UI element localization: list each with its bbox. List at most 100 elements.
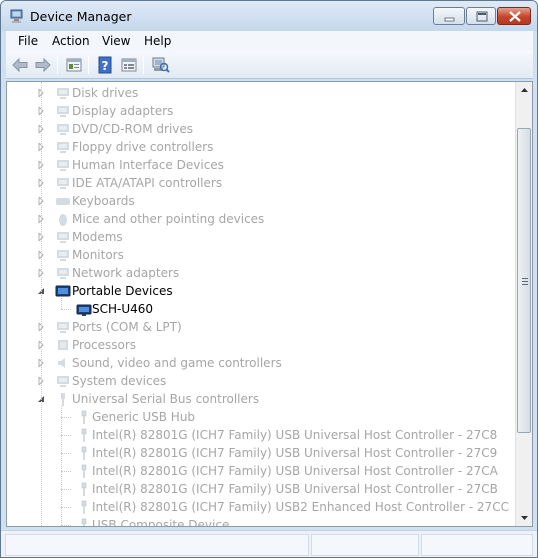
svg-text:?: ? xyxy=(102,59,109,73)
tree-child-item[interactable]: Generic USB Hub xyxy=(7,408,515,426)
back-button[interactable] xyxy=(10,55,30,75)
tree-item-label: Monitors xyxy=(72,248,124,262)
back-arrow-icon xyxy=(12,57,28,73)
maximize-icon xyxy=(476,11,488,22)
mouse-icon xyxy=(59,214,67,226)
tree-child-item[interactable]: Intel(R) 82801G (ICH7 Family) USB Univer… xyxy=(7,462,515,480)
tree-connector-line xyxy=(61,525,71,526)
toolbar: ? xyxy=(6,51,533,79)
tree-category-item[interactable]: Network adapters xyxy=(7,264,515,282)
tree-category-item[interactable]: Floppy drive controllers xyxy=(7,138,515,156)
tree-category-item[interactable]: Ports (COM & LPT) xyxy=(7,318,515,336)
device-tree[interactable]: Disk drives Display adapters DVD/CD-ROM dr… xyxy=(6,81,533,527)
status-bar xyxy=(1,530,537,557)
title-bar[interactable]: Device Manager xyxy=(1,1,537,31)
tree-connector-line xyxy=(61,471,71,472)
tree-item-label: Intel(R) 82801G (ICH7 Family) USB Univer… xyxy=(92,464,498,478)
tree-category-item[interactable]: System devices xyxy=(7,372,515,390)
usb-icon xyxy=(61,393,65,406)
disk-drive-icon xyxy=(57,88,69,99)
menu-view[interactable]: View xyxy=(102,34,130,48)
ide-controller-icon xyxy=(57,178,69,189)
status-pane-tertiary xyxy=(421,534,533,556)
tree-item-label: Intel(R) 82801G (ICH7 Family) USB Univer… xyxy=(92,428,498,442)
scrollbar-thumb[interactable] xyxy=(517,128,531,433)
tree-category-item[interactable]: Universal Serial Bus controllers xyxy=(7,390,515,408)
tree-item-label: Processors xyxy=(72,338,137,352)
tree-connector-line xyxy=(61,298,62,309)
properties-button[interactable] xyxy=(119,55,139,75)
scan-hardware-icon xyxy=(152,57,170,73)
keyboard-icon xyxy=(56,198,70,205)
tree-item-label: Mice and other pointing devices xyxy=(72,212,265,226)
tree-child-item[interactable]: SCH-U460 xyxy=(7,300,515,318)
tree-category-item[interactable]: Mice and other pointing devices xyxy=(7,210,515,228)
tree-category-item[interactable]: Modems xyxy=(7,228,515,246)
tree-category-item[interactable]: Disk drives xyxy=(7,84,515,102)
forward-button[interactable] xyxy=(33,55,53,75)
maximize-button[interactable] xyxy=(466,7,496,25)
toolbar-separator xyxy=(143,56,144,74)
scroll-up-arrow-icon xyxy=(521,88,528,92)
tree-connector-line xyxy=(61,417,71,418)
tree-item-label: USB Composite Device xyxy=(92,518,230,527)
tree-child-item[interactable]: Intel(R) 82801G (ICH7 Family) USB Univer… xyxy=(7,444,515,462)
usb-plug-icon xyxy=(81,428,87,442)
tree-item-label: System devices xyxy=(72,374,167,388)
console-tree-icon xyxy=(66,58,82,72)
tree-connector-line xyxy=(61,406,62,525)
tree-category-item[interactable]: DVD/CD-ROM drives xyxy=(7,120,515,138)
vertical-scrollbar[interactable] xyxy=(515,82,532,526)
tree-connector-line xyxy=(61,435,71,436)
status-pane-main xyxy=(5,534,309,556)
tree-item-label: SCH-U460 xyxy=(92,302,154,316)
tree-item-label: Display adapters xyxy=(72,104,174,118)
tree-item-label: Network adapters xyxy=(72,266,180,280)
tree-category-item[interactable]: Monitors xyxy=(7,246,515,264)
help-button[interactable]: ? xyxy=(95,55,115,75)
usb-plug-icon xyxy=(81,446,87,460)
modem-icon xyxy=(57,232,69,243)
window-title: Device Manager xyxy=(30,9,132,24)
tree-category-item[interactable]: Sound, video and game controllers xyxy=(7,354,515,372)
monitor-icon xyxy=(57,250,69,261)
tree-item-label: Ports (COM & LPT) xyxy=(72,320,182,334)
scroll-down-button[interactable] xyxy=(516,509,532,526)
scan-hardware-changes-button[interactable] xyxy=(150,55,170,75)
menu-action[interactable]: Action xyxy=(52,34,90,48)
tree-child-item[interactable]: Intel(R) 82801G (ICH7 Family) USB Univer… xyxy=(7,426,515,444)
properties-icon xyxy=(121,58,137,72)
status-pane-secondary xyxy=(311,534,419,556)
tree-connector-line xyxy=(61,309,71,310)
tree-category-item[interactable]: Human Interface Devices xyxy=(7,156,515,174)
device-manager-icon xyxy=(10,9,23,23)
menu-file[interactable]: File xyxy=(18,34,38,48)
tree-category-item[interactable]: Keyboards xyxy=(7,192,515,210)
tree-connector-line xyxy=(61,507,71,508)
tree-category-item[interactable]: IDE ATA/ATAPI controllers xyxy=(7,174,515,192)
port-icon xyxy=(57,322,69,333)
portable-device-icon xyxy=(55,285,71,297)
show-hide-console-tree-button[interactable] xyxy=(64,55,84,75)
dvd-drive-icon xyxy=(57,124,69,135)
tree-item-label: Intel(R) 82801G (ICH7 Family) USB Univer… xyxy=(92,446,498,460)
scroll-down-arrow-icon xyxy=(521,516,528,520)
tree-connector-line xyxy=(61,489,71,490)
tree-category-item[interactable]: Portable Devices xyxy=(7,282,515,300)
close-button[interactable] xyxy=(497,7,531,25)
tree-child-item[interactable]: Intel(R) 82801G (ICH7 Family) USB Univer… xyxy=(7,480,515,498)
tree-item-label: Human Interface Devices xyxy=(72,158,224,172)
tree-item-label: Generic USB Hub xyxy=(92,410,196,424)
menu-help[interactable]: Help xyxy=(144,34,171,48)
display-adapter-icon xyxy=(57,106,69,117)
tree-child-item[interactable]: USB Composite Device xyxy=(7,516,515,527)
tree-child-item[interactable]: Intel(R) 82801G (ICH7 Family) USB2 Enhan… xyxy=(7,498,515,516)
scroll-up-button[interactable] xyxy=(516,82,532,99)
tree-item-label: Disk drives xyxy=(72,86,139,100)
minimize-button[interactable] xyxy=(433,7,465,25)
tree-category-item[interactable]: Processors xyxy=(7,336,515,354)
network-adapter-icon xyxy=(57,268,69,279)
tree-category-item[interactable]: Display adapters xyxy=(7,102,515,120)
menu-bar: File Action View Help xyxy=(6,31,533,51)
help-icon: ? xyxy=(98,56,112,74)
